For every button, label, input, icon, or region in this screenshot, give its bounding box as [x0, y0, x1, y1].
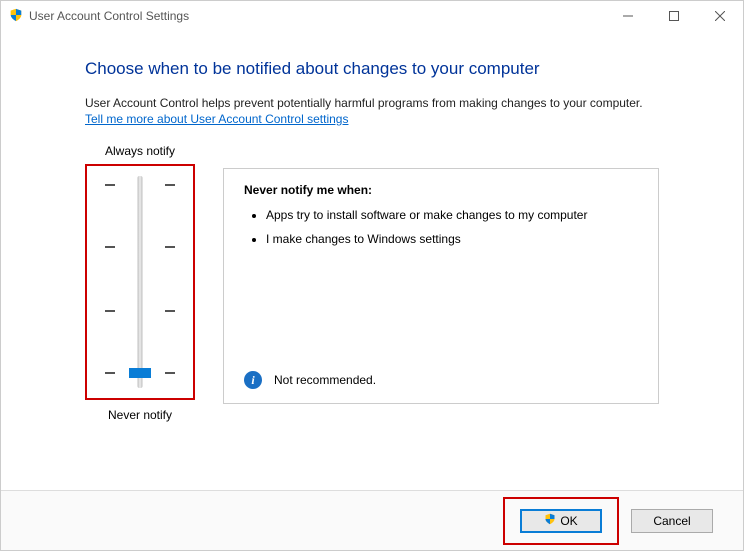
ok-button-label: OK	[560, 514, 577, 528]
info-bullet: Apps try to install software or make cha…	[266, 207, 638, 223]
cancel-button-label: Cancel	[653, 514, 690, 528]
uac-shield-icon	[544, 513, 556, 528]
window-title: User Account Control Settings	[29, 9, 189, 23]
minimize-button[interactable]	[605, 1, 651, 31]
info-panel: Never notify me when: Apps try to instal…	[223, 168, 659, 404]
slider-highlight-frame	[85, 164, 195, 400]
uac-shield-icon	[9, 8, 23, 25]
slider-tick	[87, 246, 193, 248]
maximize-button[interactable]	[651, 1, 697, 31]
slider-tick	[87, 184, 193, 186]
slider-tick	[87, 310, 193, 312]
slider-bottom-label: Never notify	[85, 408, 195, 422]
info-bullet: I make changes to Windows settings	[266, 231, 638, 247]
ok-highlight-frame: OK	[503, 497, 619, 545]
slider-track[interactable]	[138, 176, 143, 388]
titlebar: User Account Control Settings	[1, 1, 743, 31]
close-button[interactable]	[697, 1, 743, 31]
ok-button[interactable]: OK	[520, 509, 602, 533]
help-link[interactable]: Tell me more about User Account Control …	[85, 112, 348, 126]
slider-top-label: Always notify	[85, 144, 195, 158]
info-heading: Never notify me when:	[244, 183, 638, 197]
info-icon: i	[244, 371, 262, 389]
slider-thumb[interactable]	[129, 368, 151, 378]
recommendation-text: Not recommended.	[274, 373, 376, 387]
footer: OK Cancel	[1, 490, 743, 550]
cancel-button[interactable]: Cancel	[631, 509, 713, 533]
page-description: User Account Control helps prevent poten…	[85, 95, 659, 112]
page-title: Choose when to be notified about changes…	[85, 59, 659, 79]
